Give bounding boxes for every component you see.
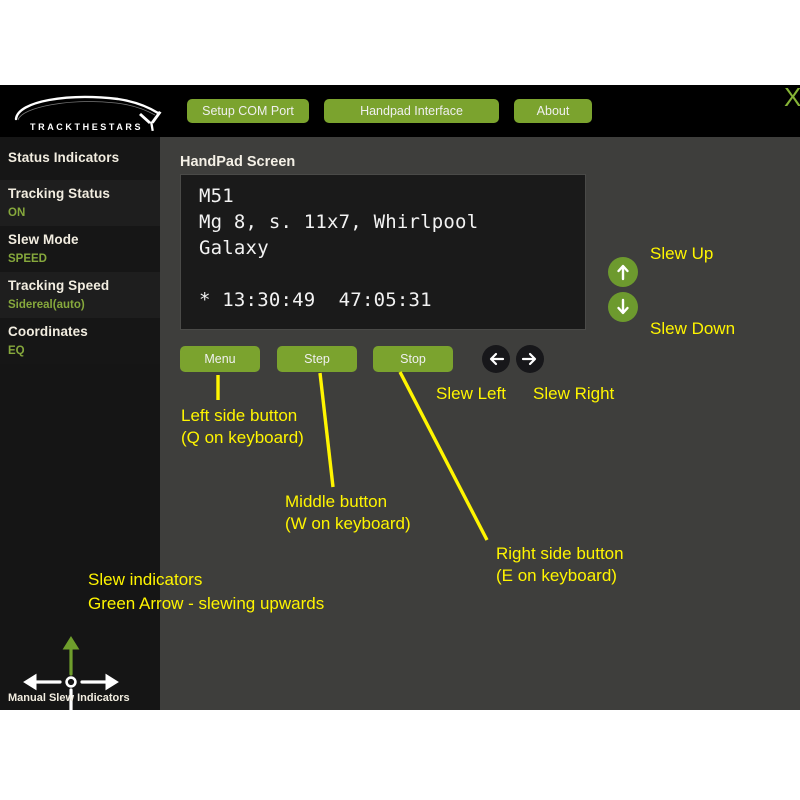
about-button[interactable]: About xyxy=(514,99,592,123)
annotation-middle-button-line2: (W on keyboard) xyxy=(285,513,411,535)
sidebar-value-tracking-speed: Sidereal(auto) xyxy=(8,299,85,311)
slew-center-dot-icon xyxy=(67,678,76,687)
handpad-line-2: Mg 8, s. 11x7, Whirlpool xyxy=(199,211,478,233)
sidebar-section-tracking-status: Tracking Status ON xyxy=(0,180,168,226)
sidebar-title-slew-mode: Slew Mode xyxy=(8,232,79,247)
screenshot-root: TRACKTHESTARS Status Indicators Tracking… xyxy=(0,0,800,800)
sidebar-section-slew-mode: Slew Mode SPEED xyxy=(0,226,168,272)
handpad-interface-button[interactable]: Handpad Interface xyxy=(324,99,499,123)
annotation-slew-up: Slew Up xyxy=(650,243,713,265)
annotation-right-side-button: Right side button (E on keyboard) xyxy=(496,543,624,587)
slew-down-button[interactable] xyxy=(608,292,638,322)
sidebar-value-coordinates: EQ xyxy=(8,345,25,357)
handpad-screen-display: M51 Mg 8, s. 11x7, Whirlpool Galaxy * 13… xyxy=(180,174,586,330)
sidebar-title-tracking-speed: Tracking Speed xyxy=(8,278,109,293)
annotation-left-side-button-line1: Left side button xyxy=(181,405,304,427)
stop-button[interactable]: Stop xyxy=(373,346,453,372)
sidebar-value-slew-mode: SPEED xyxy=(8,253,47,265)
handpad-line-4: * 13:30:49 47:05:31 xyxy=(199,289,432,311)
annotation-slew-left: Slew Left xyxy=(436,383,506,405)
annotation-right-side-button-line2: (E on keyboard) xyxy=(496,565,624,587)
slew-left-arrow-icon xyxy=(24,675,60,690)
sidebar-section-tracking-speed: Tracking Speed Sidereal(auto) xyxy=(0,272,168,318)
slew-right-arrow-icon xyxy=(82,675,118,690)
annotation-right-side-button-line1: Right side button xyxy=(496,543,624,565)
annotation-left-side-button-line2: (Q on keyboard) xyxy=(181,427,304,449)
annotation-slew-indicators: Slew indicators xyxy=(88,569,202,591)
sidebar-title-tracking-status: Tracking Status xyxy=(8,186,110,201)
annotation-green-arrow: Green Arrow - slewing upwards xyxy=(88,593,324,615)
annotation-slew-down: Slew Down xyxy=(650,318,735,340)
slew-right-button[interactable] xyxy=(516,345,544,373)
logo-wordmark: TRACKTHESTARS xyxy=(30,122,143,132)
slew-up-arrow-icon xyxy=(64,637,79,674)
sidebar-title-status-indicators: Status Indicators xyxy=(8,150,119,165)
status-sidebar: Status Indicators Tracking Status ON Sle… xyxy=(0,137,160,710)
annotation-middle-button-line1: Middle button xyxy=(285,491,411,513)
trackthestars-logo: TRACKTHESTARS xyxy=(8,89,168,135)
manual-slew-indicators-label: Manual Slew Indicators xyxy=(8,692,130,704)
menu-button[interactable]: Menu xyxy=(180,346,260,372)
setup-com-port-button[interactable]: Setup COM Port xyxy=(187,99,309,123)
sidebar-section-coordinates: Coordinates EQ xyxy=(0,318,168,364)
handpad-line-1: M51 xyxy=(199,185,234,207)
sidebar-value-tracking-status: ON xyxy=(8,207,25,219)
annotation-middle-button: Middle button (W on keyboard) xyxy=(285,491,411,535)
slew-left-button[interactable] xyxy=(482,345,510,373)
handpad-line-3: Galaxy xyxy=(199,237,269,259)
close-icon[interactable]: X xyxy=(784,84,800,110)
annotation-slew-right: Slew Right xyxy=(533,383,614,405)
annotation-left-side-button: Left side button (Q on keyboard) xyxy=(181,405,304,449)
sidebar-section-status-indicators: Status Indicators xyxy=(0,137,168,180)
handpad-screen-title: HandPad Screen xyxy=(180,154,295,170)
step-button[interactable]: Step xyxy=(277,346,357,372)
sidebar-title-coordinates: Coordinates xyxy=(8,324,88,339)
slew-up-button[interactable] xyxy=(608,257,638,287)
